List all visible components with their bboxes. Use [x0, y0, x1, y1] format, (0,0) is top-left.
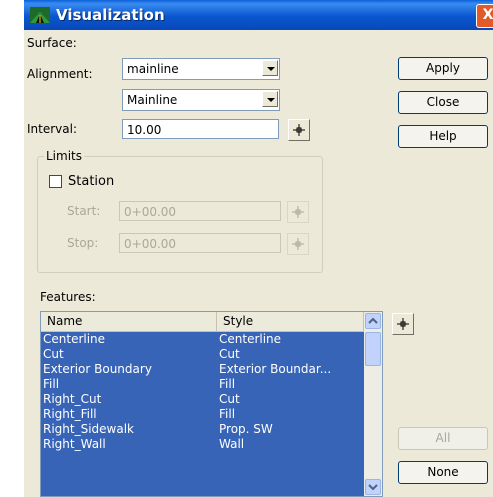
list-item[interactable]: Centerline Centerline [41, 332, 364, 347]
list-scrollbar[interactable] [364, 312, 382, 496]
feature-name: Fill [43, 377, 60, 391]
features-list[interactable]: Name Style Centerline Centerline Cut Cut… [40, 311, 383, 497]
interval-value: 10.00 [127, 123, 162, 137]
interval-pick-button[interactable] [288, 119, 310, 141]
limits-title: Limits [44, 149, 84, 163]
chevron-down-icon[interactable] [262, 91, 278, 107]
all-button[interactable]: All [398, 427, 488, 450]
surface-value: mainline [127, 62, 179, 76]
scroll-down-icon[interactable] [365, 479, 381, 495]
interval-input[interactable]: 10.00 [122, 119, 279, 139]
chevron-down-icon[interactable] [262, 60, 278, 76]
crosshair-icon [397, 318, 409, 330]
feature-style: Fill [219, 377, 236, 391]
close-button[interactable]: Close [398, 91, 488, 114]
feature-style: Centerline [219, 332, 282, 346]
visualization-dialog: Visualization X Surface: mainline Alignm… [24, 0, 493, 497]
feature-style: Fill [219, 407, 236, 421]
features-label: Features: [40, 290, 96, 304]
features-pick-button[interactable] [392, 313, 414, 335]
list-header: Name Style [41, 312, 364, 332]
column-header-name[interactable]: Name [41, 312, 217, 331]
window-title: Visualization [56, 6, 165, 24]
alignment-label: Alignment: [27, 67, 93, 81]
feature-name: Centerline [43, 332, 106, 346]
app-icon [30, 7, 50, 23]
stop-input[interactable]: 0+00.00 [119, 233, 281, 253]
list-item[interactable]: Right_Cut Cut [41, 392, 364, 407]
crosshair-icon [292, 238, 304, 250]
stop-pick-button[interactable] [287, 233, 309, 255]
apply-button[interactable]: Apply [398, 57, 488, 80]
start-value: 0+00.00 [124, 205, 177, 219]
crosshair-icon [292, 206, 304, 218]
scroll-thumb[interactable] [365, 332, 381, 366]
list-item[interactable]: Right_Sidewalk Prop. SW [41, 422, 364, 437]
start-pick-button[interactable] [287, 201, 309, 223]
feature-style: Wall [219, 437, 245, 451]
feature-name: Right_Cut [43, 392, 102, 406]
feature-style: Cut [219, 392, 240, 406]
station-checkbox[interactable] [49, 175, 62, 188]
list-item[interactable]: Right_Fill Fill [41, 407, 364, 422]
column-header-style[interactable]: Style [217, 312, 364, 331]
feature-name: Right_Fill [43, 407, 97, 421]
surface-label: Surface: [27, 36, 77, 50]
feature-name: Right_Sidewalk [43, 422, 135, 436]
interval-label: Interval: [27, 122, 77, 136]
stop-label: Stop: [67, 236, 99, 250]
feature-style: Cut [219, 347, 240, 361]
alignment-select[interactable]: Mainline [122, 89, 280, 111]
start-input[interactable]: 0+00.00 [119, 201, 281, 221]
title-bar[interactable]: Visualization X [24, 0, 493, 30]
surface-select[interactable]: mainline [122, 58, 280, 80]
scroll-up-icon[interactable] [365, 313, 381, 329]
station-label: Station [68, 174, 115, 189]
list-item[interactable]: Right_Wall Wall [41, 437, 364, 452]
list-item[interactable]: Fill Fill [41, 377, 364, 392]
list-item[interactable]: Cut Cut [41, 347, 364, 362]
close-icon[interactable]: X [476, 4, 493, 28]
start-label: Start: [67, 204, 101, 218]
stop-value: 0+00.00 [124, 237, 177, 251]
crosshair-icon [293, 124, 305, 136]
list-item[interactable]: Exterior Boundary Exterior Boundar... [41, 362, 364, 377]
alignment-value: Mainline [127, 93, 178, 107]
feature-name: Right_Wall [43, 437, 106, 451]
feature-name: Exterior Boundary [43, 362, 152, 376]
feature-style: Exterior Boundar... [219, 362, 332, 376]
none-button[interactable]: None [398, 461, 488, 484]
help-button[interactable]: Help [398, 125, 488, 148]
feature-name: Cut [43, 347, 64, 361]
feature-style: Prop. SW [219, 422, 273, 436]
